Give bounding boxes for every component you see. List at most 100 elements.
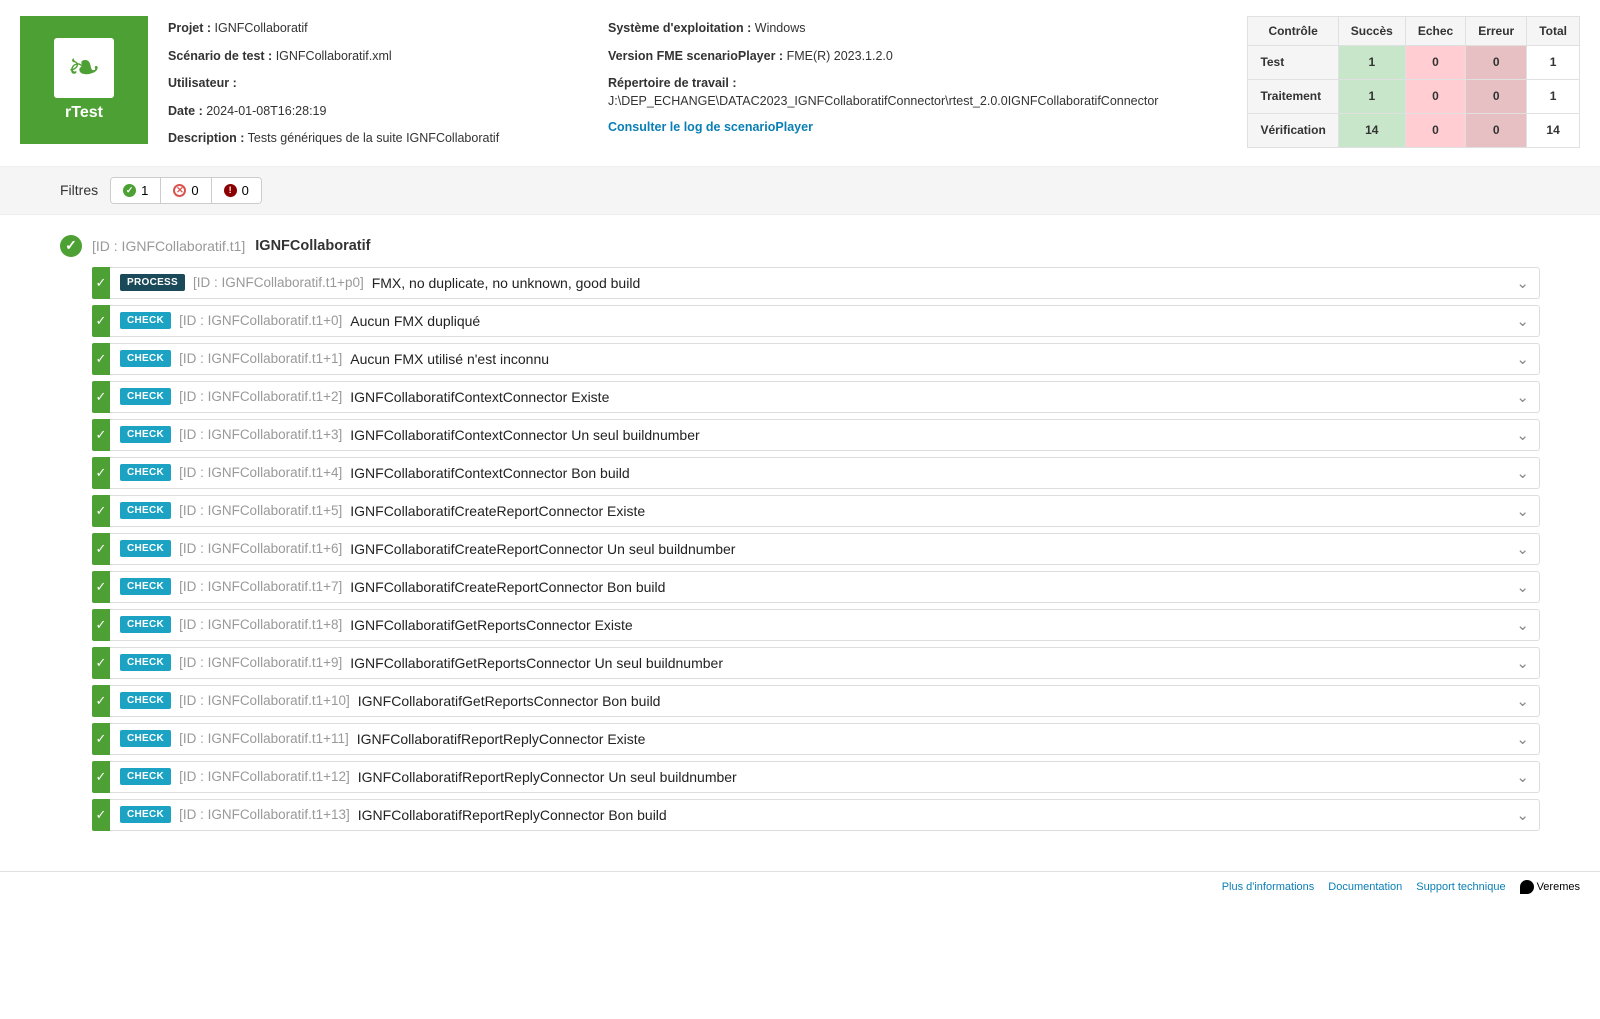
- item-title: IGNFCollaboratifContextConnector Bon bui…: [350, 465, 629, 481]
- type-tag: CHECK: [120, 426, 171, 443]
- warn-icon: !: [224, 184, 237, 197]
- item-title: IGNFCollaboratifCreateReportConnector Bo…: [350, 579, 665, 595]
- cross-icon: ✕: [173, 184, 186, 197]
- list-item[interactable]: ✓ CHECK [ID : IGNFCollaboratif.t1+9] IGN…: [92, 647, 1540, 679]
- type-tag: PROCESS: [120, 274, 185, 291]
- list-item[interactable]: ✓ PROCESS [ID : IGNFCollaboratif.t1+p0] …: [92, 267, 1540, 299]
- item-id: [ID : IGNFCollaboratif.t1+4]: [179, 465, 342, 480]
- list-item[interactable]: ✓ CHECK [ID : IGNFCollaboratif.t1+2] IGN…: [92, 381, 1540, 413]
- status-icon: ✓: [92, 495, 110, 527]
- header: ❧ rTest Projet : IGNFCollaboratif Scénar…: [0, 0, 1600, 156]
- logo: ❧ rTest: [20, 16, 148, 144]
- filters-label: Filtres: [60, 182, 98, 198]
- item-id: [ID : IGNFCollaboratif.t1+5]: [179, 503, 342, 518]
- item-id: [ID : IGNFCollaboratif.t1+0]: [179, 313, 342, 328]
- item-title: Aucun FMX dupliqué: [350, 313, 480, 329]
- item-id: [ID : IGNFCollaboratif.t1+9]: [179, 655, 342, 670]
- type-tag: CHECK: [120, 806, 171, 823]
- chevron-down-icon[interactable]: ⌄: [1516, 312, 1529, 330]
- type-tag: CHECK: [120, 540, 171, 557]
- chevron-down-icon[interactable]: ⌄: [1516, 692, 1529, 710]
- info-left: Projet : IGNFCollaboratif Scénario de te…: [168, 16, 588, 148]
- list-item[interactable]: ✓ CHECK [ID : IGNFCollaboratif.t1+6] IGN…: [92, 533, 1540, 565]
- type-tag: CHECK: [120, 768, 171, 785]
- item-title: IGNFCollaboratifReportReplyConnector Exi…: [357, 731, 646, 747]
- item-id: [ID : IGNFCollaboratif.t1+10]: [179, 693, 350, 708]
- status-icon: ✓: [92, 305, 110, 337]
- chevron-down-icon[interactable]: ⌄: [1516, 464, 1529, 482]
- filters-bar: Filtres ✓ 1 ✕ 0 ! 0: [0, 166, 1600, 215]
- filter-fail[interactable]: ✕ 0: [161, 178, 211, 203]
- docs-link[interactable]: Documentation: [1328, 881, 1402, 893]
- item-id: [ID : IGNFCollaboratif.t1+7]: [179, 579, 342, 594]
- status-icon: ✓: [92, 685, 110, 717]
- chevron-down-icon[interactable]: ⌄: [1516, 350, 1529, 368]
- chevron-down-icon[interactable]: ⌄: [1516, 502, 1529, 520]
- chevron-down-icon[interactable]: ⌄: [1516, 388, 1529, 406]
- status-icon: ✓: [92, 609, 110, 641]
- filter-error[interactable]: ! 0: [212, 178, 261, 203]
- chevron-down-icon[interactable]: ⌄: [1516, 274, 1529, 292]
- type-tag: CHECK: [120, 388, 171, 405]
- table-row: Test1001: [1248, 46, 1580, 80]
- item-title: IGNFCollaboratifCreateReportConnector Ex…: [350, 503, 645, 519]
- status-icon: ✓: [92, 457, 110, 489]
- item-id: [ID : IGNFCollaboratif.t1+12]: [179, 769, 350, 784]
- item-id: [ID : IGNFCollaboratif.t1+13]: [179, 807, 350, 822]
- status-icon: ✓: [92, 343, 110, 375]
- filter-success[interactable]: ✓ 1: [111, 178, 161, 203]
- status-icon: ✓: [92, 381, 110, 413]
- item-title: IGNFCollaboratifGetReportsConnector Bon …: [358, 693, 661, 709]
- list-item[interactable]: ✓ CHECK [ID : IGNFCollaboratif.t1+13] IG…: [92, 799, 1540, 831]
- status-icon: ✓: [92, 571, 110, 603]
- info-right: Système d'exploitation : Windows Version…: [608, 16, 1058, 148]
- list-item[interactable]: ✓ CHECK [ID : IGNFCollaboratif.t1+8] IGN…: [92, 609, 1540, 641]
- status-icon: ✓: [92, 799, 110, 831]
- brand: Veremes: [1520, 880, 1580, 894]
- item-id: [ID : IGNFCollaboratif.t1+2]: [179, 389, 342, 404]
- status-icon: ✓: [92, 419, 110, 451]
- item-id: [ID : IGNFCollaboratif.t1+3]: [179, 427, 342, 442]
- list-item[interactable]: ✓ CHECK [ID : IGNFCollaboratif.t1+10] IG…: [92, 685, 1540, 717]
- chevron-down-icon[interactable]: ⌄: [1516, 730, 1529, 748]
- item-title: IGNFCollaboratifCreateReportConnector Un…: [350, 541, 735, 557]
- list-item[interactable]: ✓ CHECK [ID : IGNFCollaboratif.t1+7] IGN…: [92, 571, 1540, 603]
- item-title: IGNFCollaboratifReportReplyConnector Bon…: [358, 807, 667, 823]
- group-header[interactable]: ✓ [ID : IGNFCollaboratif.t1] IGNFCollabo…: [60, 235, 1540, 257]
- support-link[interactable]: Support technique: [1416, 881, 1505, 893]
- chevron-down-icon[interactable]: ⌄: [1516, 578, 1529, 596]
- summary-table: Contrôle Succès Echec Erreur Total Test1…: [1247, 16, 1580, 148]
- chevron-down-icon[interactable]: ⌄: [1516, 806, 1529, 824]
- list-item[interactable]: ✓ CHECK [ID : IGNFCollaboratif.t1+0] Auc…: [92, 305, 1540, 337]
- type-tag: CHECK: [120, 312, 171, 329]
- chevron-down-icon[interactable]: ⌄: [1516, 654, 1529, 672]
- chevron-down-icon[interactable]: ⌄: [1516, 616, 1529, 634]
- log-link[interactable]: Consulter le log de scenarioPlayer: [608, 120, 1058, 134]
- list-item[interactable]: ✓ CHECK [ID : IGNFCollaboratif.t1+12] IG…: [92, 761, 1540, 793]
- status-icon: ✓: [92, 723, 110, 755]
- type-tag: CHECK: [120, 464, 171, 481]
- list-item[interactable]: ✓ CHECK [ID : IGNFCollaboratif.t1+1] Auc…: [92, 343, 1540, 375]
- type-tag: CHECK: [120, 578, 171, 595]
- chevron-down-icon[interactable]: ⌄: [1516, 426, 1529, 444]
- type-tag: CHECK: [120, 502, 171, 519]
- item-title: IGNFCollaboratifContextConnector Un seul…: [350, 427, 699, 443]
- list-item[interactable]: ✓ CHECK [ID : IGNFCollaboratif.t1+5] IGN…: [92, 495, 1540, 527]
- group-id: [ID : IGNFCollaboratif.t1]: [92, 238, 245, 254]
- chevron-down-icon[interactable]: ⌄: [1516, 540, 1529, 558]
- status-icon: ✓: [92, 267, 110, 299]
- success-icon: ✓: [60, 235, 82, 257]
- status-icon: ✓: [92, 533, 110, 565]
- footer: Plus d'informations Documentation Suppor…: [0, 871, 1600, 902]
- chevron-down-icon[interactable]: ⌄: [1516, 768, 1529, 786]
- item-id: [ID : IGNFCollaboratif.t1+p0]: [193, 275, 364, 290]
- item-title: IGNFCollaboratifContextConnector Existe: [350, 389, 609, 405]
- brand-icon: [1520, 880, 1534, 894]
- item-title: IGNFCollaboratifGetReportsConnector Exis…: [350, 617, 632, 633]
- status-icon: ✓: [92, 761, 110, 793]
- list-item[interactable]: ✓ CHECK [ID : IGNFCollaboratif.t1+3] IGN…: [92, 419, 1540, 451]
- list-item[interactable]: ✓ CHECK [ID : IGNFCollaboratif.t1+11] IG…: [92, 723, 1540, 755]
- more-link[interactable]: Plus d'informations: [1222, 881, 1315, 893]
- status-icon: ✓: [92, 647, 110, 679]
- list-item[interactable]: ✓ CHECK [ID : IGNFCollaboratif.t1+4] IGN…: [92, 457, 1540, 489]
